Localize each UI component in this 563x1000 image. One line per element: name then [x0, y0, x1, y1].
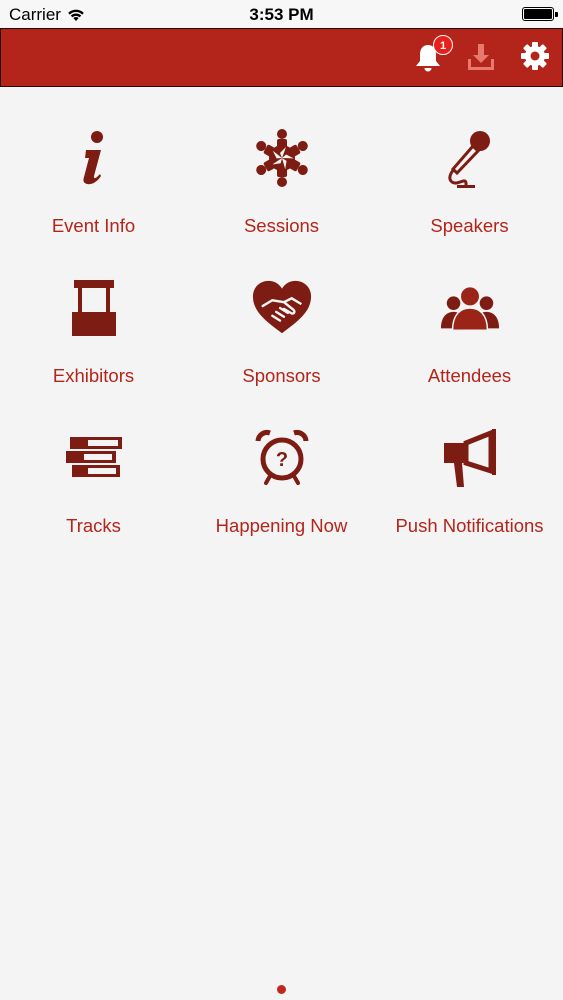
- settings-button[interactable]: [520, 41, 550, 71]
- menu-item-tracks[interactable]: Tracks: [0, 387, 187, 536]
- menu-item-label: Sponsors: [242, 365, 321, 386]
- menu-item-push-notifications[interactable]: Push Notifications: [376, 387, 563, 536]
- notification-badge: 1: [433, 35, 453, 55]
- menu-item-speakers[interactable]: Speakers: [376, 87, 563, 236]
- booth-icon: [71, 280, 116, 336]
- info-icon: [82, 131, 103, 185]
- menu-item-event-info[interactable]: Event Info: [0, 87, 187, 236]
- notifications-button[interactable]: 1: [414, 35, 453, 73]
- menu-item-label: Sessions: [243, 215, 320, 236]
- menu-item-exhibitors[interactable]: Exhibitors: [0, 237, 187, 386]
- status-bar: Carrier 3:53 PM: [0, 0, 563, 28]
- menu-item-label: Push Notifications: [395, 515, 544, 536]
- page-indicator: [277, 985, 286, 994]
- menu-item-label: Happening Now: [215, 515, 348, 536]
- heart-handshake-icon: [252, 280, 311, 334]
- battery-icon: [522, 7, 558, 21]
- alarm-clock-icon: ?: [255, 430, 308, 485]
- group-icon: [440, 285, 499, 332]
- menu-item-happening-now[interactable]: ? Happening Now: [188, 387, 375, 536]
- microphone-icon: [447, 131, 490, 188]
- menu-item-label: Tracks: [66, 515, 121, 536]
- menu-item-label: Speakers: [430, 215, 509, 236]
- download-icon: [468, 44, 494, 70]
- menu-item-sponsors[interactable]: Sponsors: [188, 237, 375, 386]
- download-button[interactable]: [466, 42, 496, 72]
- top-navbar: 1: [0, 28, 563, 87]
- menu-item-label: Event Info: [51, 215, 136, 236]
- menu-item-sessions[interactable]: Sessions: [188, 87, 375, 236]
- gear-icon: [521, 42, 549, 70]
- megaphone-icon: [443, 429, 496, 487]
- people-circle-icon: [255, 129, 308, 187]
- tracks-icon: [65, 437, 122, 477]
- menu-item-label: Attendees: [427, 365, 512, 386]
- clock: 3:53 PM: [249, 5, 314, 24]
- menu-item-label: Exhibitors: [52, 365, 135, 386]
- menu-item-attendees[interactable]: Attendees: [376, 237, 563, 386]
- svg-text:?: ?: [275, 449, 287, 471]
